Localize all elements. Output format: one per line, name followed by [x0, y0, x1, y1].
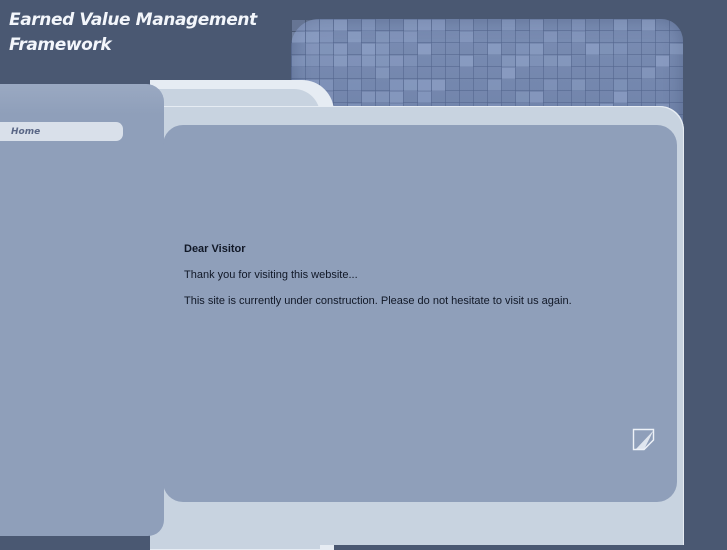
- mosaic-tile: [432, 80, 445, 91]
- mosaic-tile: [586, 44, 599, 55]
- mosaic-tile: [614, 80, 627, 91]
- mosaic-tile: [530, 56, 543, 67]
- nav-item-home[interactable]: Home: [0, 122, 123, 141]
- mosaic-tile: [418, 92, 431, 103]
- content-body: Dear Visitor Thank you for visiting this…: [184, 242, 654, 308]
- mosaic-tile: [418, 80, 431, 91]
- mosaic-tile: [544, 56, 557, 67]
- mosaic-tile: [348, 32, 361, 43]
- mosaic-tile: [530, 20, 543, 31]
- mosaic-tile: [376, 44, 389, 55]
- mosaic-tile: [320, 32, 333, 43]
- mosaic-tile: [306, 32, 319, 43]
- mosaic-tile: [418, 44, 431, 55]
- mosaic-tile: [390, 56, 403, 67]
- mosaic-tile: [376, 32, 389, 43]
- mosaic-tile: [460, 56, 473, 67]
- mosaic-tile: [404, 80, 417, 91]
- sidebar: [0, 84, 164, 536]
- content-panel: [163, 125, 677, 502]
- mosaic-tile: [544, 32, 557, 43]
- mosaic-tile: [516, 92, 529, 103]
- mosaic-tile: [460, 32, 473, 43]
- mosaic-tile: [572, 80, 585, 91]
- mosaic-tile: [530, 44, 543, 55]
- mosaic-tile: [502, 68, 515, 79]
- mosaic-tile: [376, 92, 389, 103]
- mosaic-tile: [292, 20, 305, 31]
- mosaic-tile: [362, 92, 375, 103]
- mosaic-tile: [572, 20, 585, 31]
- mosaic-tile: [390, 32, 403, 43]
- mosaic-tile: [320, 56, 333, 67]
- mosaic-tile: [348, 56, 361, 67]
- mosaic-tile: [306, 44, 319, 55]
- mosaic-tile: [404, 32, 417, 43]
- mosaic-tile: [376, 68, 389, 79]
- mosaic-tile: [642, 20, 655, 31]
- mosaic-tile: [516, 44, 529, 55]
- mosaic-tile: [348, 80, 361, 91]
- mosaic-tile: [488, 44, 501, 55]
- mosaic-tile: [362, 44, 375, 55]
- site-title-line-2: Framework: [9, 35, 112, 55]
- mosaic-tile: [502, 20, 515, 31]
- mosaic-tile: [488, 80, 501, 91]
- mosaic-tile: [432, 20, 445, 31]
- mosaic-tile: [362, 20, 375, 31]
- mosaic-tile: [306, 56, 319, 67]
- mosaic-tile: [600, 44, 613, 55]
- mosaic-tile: [614, 44, 627, 55]
- mosaic-tile: [320, 44, 333, 55]
- mosaic-tile: [460, 20, 473, 31]
- mosaic-tile: [670, 44, 683, 55]
- mosaic-tile: [376, 56, 389, 67]
- mosaic-tile: [516, 56, 529, 67]
- mosaic-tile: [614, 92, 627, 103]
- nav-item-home-label: Home: [11, 126, 41, 137]
- thanks-text: Thank you for visiting this website...: [184, 269, 358, 281]
- mosaic-tile: [334, 56, 347, 67]
- sidebar-highlight: [0, 84, 164, 114]
- mosaic-tile: [656, 56, 669, 67]
- greeting-heading: Dear Visitor: [184, 243, 246, 255]
- mosaic-tile: [418, 20, 431, 31]
- mosaic-tile: [334, 20, 347, 31]
- mosaic-tile: [292, 56, 305, 67]
- site-title: Earned Value Management Framework: [9, 8, 269, 58]
- mosaic-tile: [292, 32, 305, 43]
- mosaic-tile: [642, 68, 655, 79]
- mosaic-tile: [306, 20, 319, 31]
- mosaic-tile: [390, 92, 403, 103]
- mosaic-tile: [502, 56, 515, 67]
- mosaic-tile: [558, 56, 571, 67]
- site-title-line-1: Earned Value Management: [9, 10, 257, 30]
- mosaic-tile: [572, 32, 585, 43]
- mosaic-tile: [404, 20, 417, 31]
- page-curl-icon: [632, 428, 655, 451]
- mosaic-tile: [390, 80, 403, 91]
- mosaic-tile: [544, 80, 557, 91]
- mosaic-tile: [362, 56, 375, 67]
- construction-notice: This site is currently under constructio…: [184, 295, 572, 307]
- mosaic-tile: [530, 92, 543, 103]
- mosaic-tile: [614, 20, 627, 31]
- mosaic-tile: [404, 56, 417, 67]
- mosaic-tile: [334, 44, 347, 55]
- mosaic-tile: [320, 20, 333, 31]
